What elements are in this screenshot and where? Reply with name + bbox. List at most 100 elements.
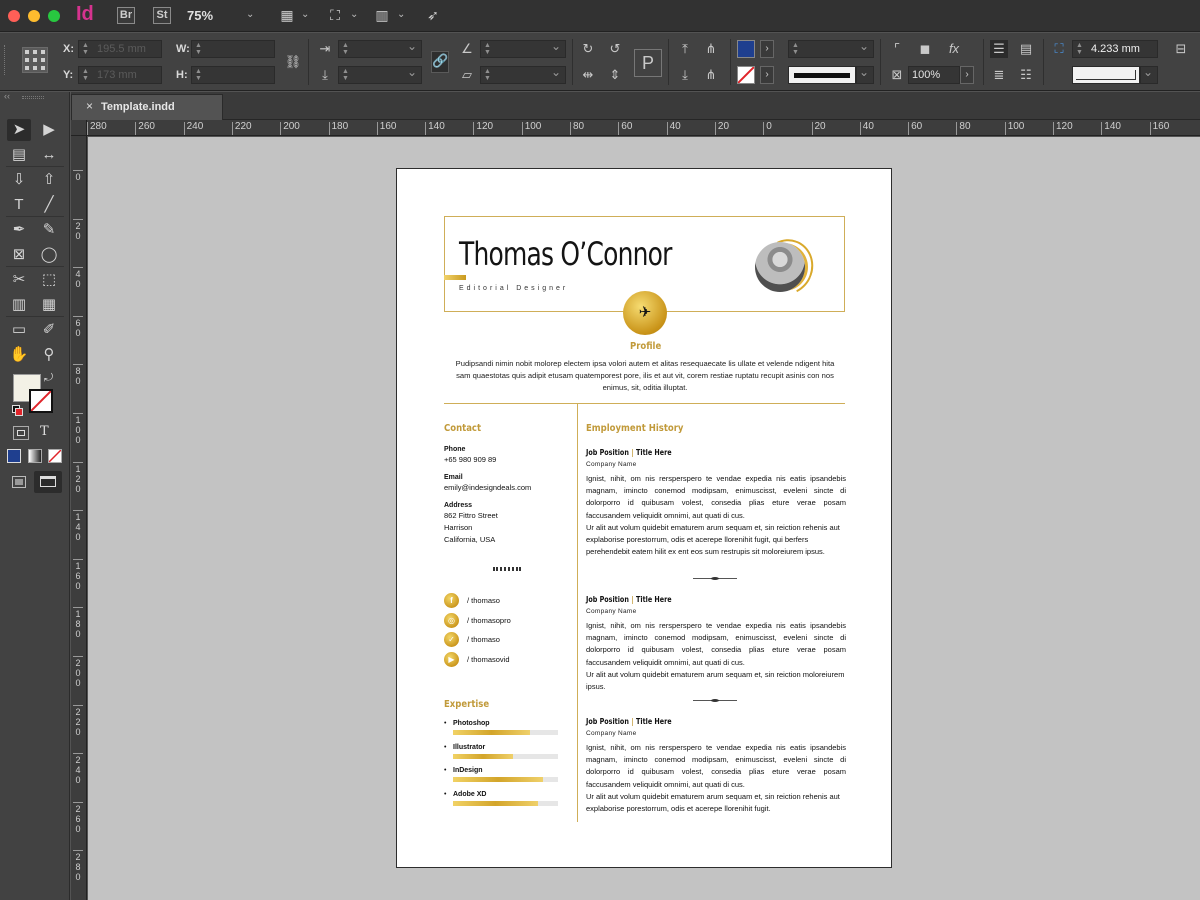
screen-mode-normal-icon[interactable] bbox=[34, 471, 62, 493]
job-description[interactable]: Ignist, nihit, om nis rersperspero te ve… bbox=[586, 473, 846, 558]
stroke-weight-field[interactable]: ▲ ▼ bbox=[788, 39, 874, 58]
job-description[interactable]: Ignist, nihit, om nis rersperspero te ve… bbox=[586, 620, 846, 693]
line-tool[interactable]: ╱ bbox=[37, 194, 61, 216]
x-position-field[interactable]: ▲ ▼ 195.5 mm bbox=[78, 40, 162, 58]
profile-heading[interactable]: Profile bbox=[630, 341, 661, 352]
scissors-tool[interactable]: ✂ bbox=[7, 269, 31, 291]
rotation-angle-field[interactable]: ▲ ▼ bbox=[480, 39, 566, 58]
frame-fitting-icon[interactable]: ⛶ bbox=[1050, 40, 1068, 58]
stroke-color-swatch[interactable] bbox=[737, 66, 755, 84]
skill-name[interactable]: InDesign bbox=[453, 767, 483, 774]
screen-mode-dropdown-icon[interactable]: ⌄ bbox=[350, 9, 358, 20]
contact-heading[interactable]: Contact bbox=[444, 423, 481, 434]
address-line-1[interactable]: 862 Fittro Street bbox=[444, 510, 498, 522]
select-previous-object-icon[interactable]: ⋔ bbox=[702, 40, 720, 58]
note-tool[interactable]: ▭ bbox=[7, 319, 31, 341]
zoom-level-display[interactable]: 75% bbox=[187, 8, 213, 23]
selection-tool[interactable]: ➤ bbox=[7, 119, 31, 141]
collapse-panel-icon[interactable]: ‹‹ bbox=[4, 91, 10, 101]
effects-fx-icon[interactable]: fx bbox=[945, 40, 963, 58]
ellipse-tool[interactable]: ◯ bbox=[37, 244, 61, 266]
pencil-tool[interactable]: ✎ bbox=[37, 219, 61, 241]
content-collector-tool[interactable]: ⇩ bbox=[7, 169, 31, 191]
profile-text[interactable]: Pudipsandi nimin nobit molorep electem i… bbox=[449, 358, 841, 394]
stroke-swatch-menu-button[interactable]: › bbox=[760, 66, 774, 84]
constrain-scale-link-icon[interactable]: 🔗 bbox=[431, 51, 449, 73]
constrain-proportions-icon[interactable]: ⛓ bbox=[284, 53, 302, 71]
social-handle[interactable]: / thomaso bbox=[467, 635, 500, 644]
screen-mode-icon[interactable]: ⛶ bbox=[326, 7, 344, 23]
formatting-container-icon[interactable] bbox=[13, 426, 29, 440]
formatting-text-icon[interactable]: T bbox=[40, 424, 49, 439]
flip-horizontal-icon[interactable]: ⇹ bbox=[579, 66, 597, 84]
scale-x-percent-field[interactable]: ▲ ▼ bbox=[338, 39, 422, 58]
rectangle-frame-tool[interactable]: ⊠ bbox=[7, 244, 31, 266]
horizontal-ruler[interactable]: 280 260 240 220 200 180 160 140 120 100 80 60 40 20 0 2… bbox=[87, 120, 1200, 136]
select-next-object-icon[interactable]: ⋔ bbox=[702, 66, 720, 84]
social-handle[interactable]: / thomasovid bbox=[467, 655, 510, 664]
corner-options-icon[interactable]: ⌜ bbox=[888, 40, 906, 58]
zoom-dropdown-icon[interactable]: ⌄ bbox=[246, 9, 254, 20]
content-placer-tool[interactable]: ⇧ bbox=[37, 169, 61, 191]
resume-name[interactable]: Thomas O’Connor bbox=[459, 235, 672, 273]
job-company[interactable]: Company Name bbox=[586, 608, 637, 615]
job-title[interactable]: Job Position | Title Here bbox=[586, 595, 672, 604]
apply-none-icon[interactable] bbox=[48, 449, 62, 463]
free-transform-tool[interactable]: ⬚ bbox=[37, 269, 61, 291]
address-line-3[interactable]: California, USA bbox=[444, 534, 495, 546]
document-page[interactable]: Thomas O’Connor Editorial Designer ✈ Pro… bbox=[396, 168, 892, 868]
wrap-around-bounding-box-icon[interactable]: ☰ bbox=[990, 40, 1008, 58]
zoom-tool[interactable]: ⚲ bbox=[37, 344, 61, 366]
skill-name[interactable]: Adobe XD bbox=[453, 791, 486, 798]
vertical-ruler[interactable]: 0 2 0 4 0 6 0 8 0 1 0 0 1 2 0 1 4 0 1 6 0 1 8 0 2 … bbox=[71, 136, 87, 900]
tools-panel-grip[interactable] bbox=[22, 96, 44, 99]
select-container-icon[interactable]: ⤒ bbox=[676, 40, 694, 58]
bridge-button[interactable]: Br bbox=[117, 7, 135, 24]
frame-style-dropdown[interactable] bbox=[1140, 65, 1158, 84]
jump-to-next-column-icon[interactable]: ☷ bbox=[1017, 66, 1035, 84]
job-company[interactable]: Company Name bbox=[586, 730, 637, 737]
apply-color-icon[interactable] bbox=[7, 449, 21, 463]
window-close-button[interactable] bbox=[8, 10, 20, 22]
scale-y-percent-field[interactable]: ▲ ▼ bbox=[338, 65, 422, 84]
select-content-icon[interactable]: ⤓ bbox=[676, 66, 694, 84]
social-handle[interactable]: / thomasopro bbox=[467, 616, 511, 625]
profile-photo[interactable] bbox=[755, 242, 805, 292]
gap-tool[interactable]: ↔ bbox=[37, 144, 61, 166]
reference-point-icon[interactable] bbox=[22, 47, 48, 73]
panel-grip[interactable] bbox=[4, 45, 7, 75]
apply-gradient-icon[interactable] bbox=[28, 449, 42, 463]
opacity-field[interactable]: 100% bbox=[908, 66, 960, 84]
preview-mode-icon[interactable] bbox=[12, 476, 26, 488]
arrange-documents-icon[interactable]: ▥ bbox=[373, 7, 391, 23]
page-tool[interactable]: ▤ bbox=[7, 144, 31, 166]
jump-object-icon[interactable]: ≣ bbox=[990, 66, 1008, 84]
rotate-counterclockwise-icon[interactable]: ↺ bbox=[606, 40, 624, 58]
stock-button[interactable]: St bbox=[153, 7, 171, 24]
ruler-origin[interactable] bbox=[71, 120, 87, 136]
pen-tool[interactable]: ✒ bbox=[7, 219, 31, 241]
expertise-heading[interactable]: Expertise bbox=[444, 699, 489, 710]
document-tab[interactable]: × Template.indd bbox=[71, 94, 223, 120]
shear-angle-field[interactable]: ▲ ▼ bbox=[480, 65, 566, 84]
eyedropper-tool[interactable]: ✐ bbox=[37, 319, 61, 341]
direct-selection-tool[interactable]: ▶ bbox=[37, 119, 61, 141]
frame-style-preview[interactable] bbox=[1072, 66, 1140, 84]
social-handle[interactable]: / thomaso bbox=[467, 596, 500, 605]
skill-name[interactable]: Photoshop bbox=[453, 720, 490, 727]
type-tool[interactable]: T bbox=[7, 194, 31, 216]
swap-fill-stroke-icon[interactable]: ⤾ bbox=[44, 372, 53, 385]
opacity-menu-button[interactable]: › bbox=[960, 66, 974, 84]
panel-menu-icon[interactable]: ⊟ bbox=[1172, 40, 1190, 58]
job-title[interactable]: Job Position | Title Here bbox=[586, 717, 672, 726]
height-field[interactable]: ▲ ▼ bbox=[191, 66, 275, 84]
gradient-feather-tool[interactable]: ▦ bbox=[37, 294, 61, 316]
publish-online-icon[interactable]: ➶ bbox=[424, 7, 442, 23]
employment-heading[interactable]: Employment History bbox=[586, 423, 683, 434]
email-value[interactable]: emily@indesigndeals.com bbox=[444, 482, 531, 494]
hand-tool[interactable]: ✋ bbox=[7, 344, 31, 366]
default-fill-stroke-icon[interactable] bbox=[12, 405, 24, 417]
fill-swatch-menu-button[interactable]: › bbox=[760, 40, 774, 58]
phone-value[interactable]: +65 980 909 89 bbox=[444, 454, 496, 466]
stroke-swatch-indicator[interactable] bbox=[29, 389, 53, 413]
